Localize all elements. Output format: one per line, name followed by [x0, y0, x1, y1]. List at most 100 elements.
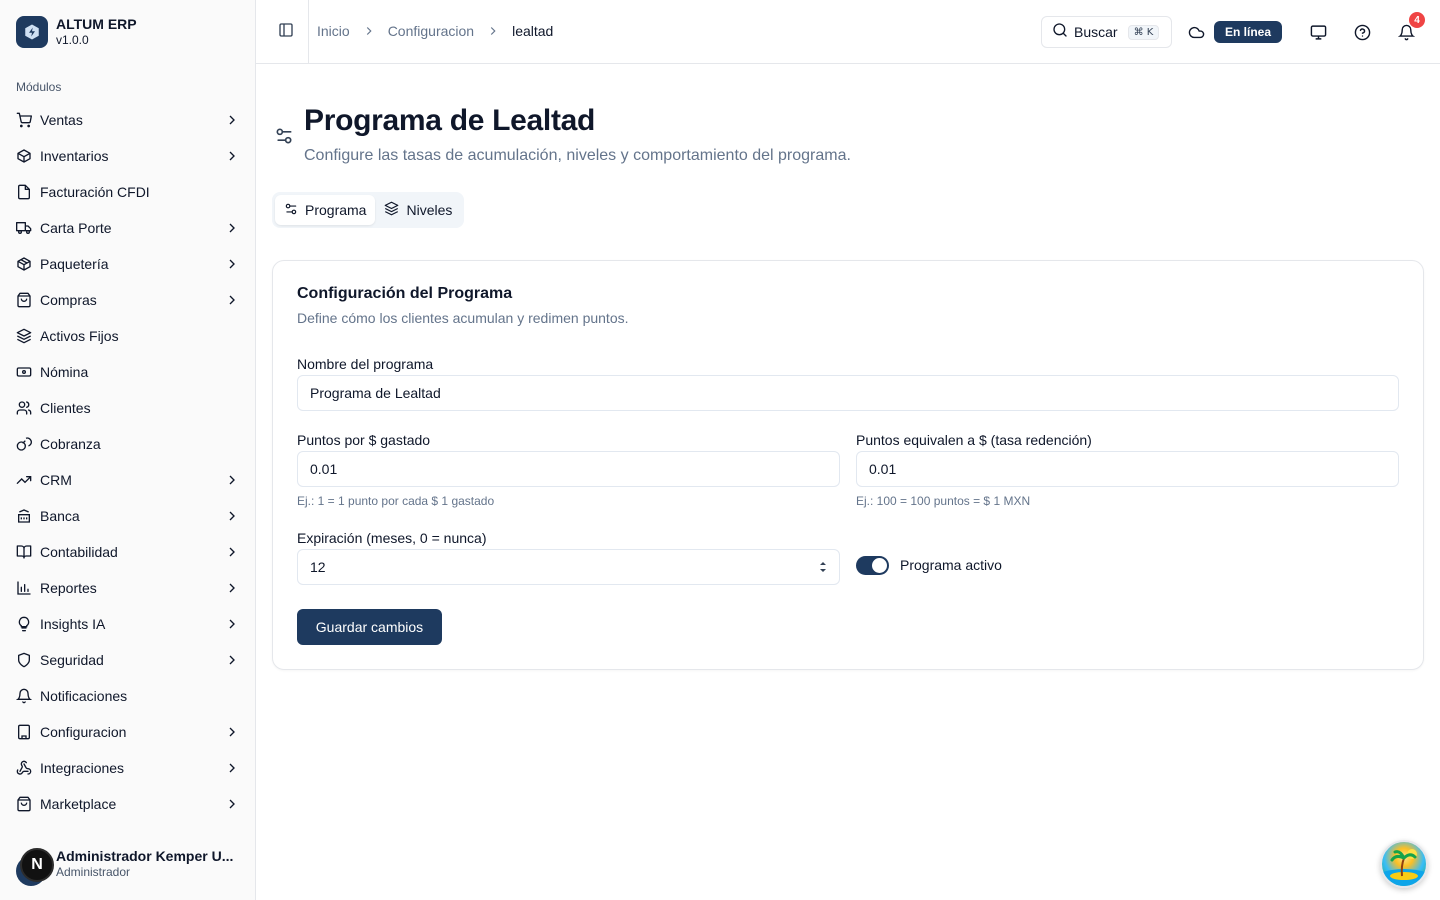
brand[interactable]: ALTUM ERP v1.0.0 [16, 16, 137, 48]
help-icon[interactable] [1352, 22, 1372, 42]
tab-label: Programa [305, 202, 367, 218]
sidebar-item-label: Inventarios [40, 148, 109, 164]
book-icon [16, 544, 32, 560]
tab-programa[interactable]: Programa [275, 195, 376, 225]
sidebar-item-paqueteria[interactable]: Paquetería [8, 246, 248, 282]
save-button[interactable]: Guardar cambios [297, 609, 442, 645]
cart-icon [16, 112, 32, 128]
search-shortcut: ⌘ K [1127, 24, 1160, 40]
sidebar-item-cobranza[interactable]: Cobranza [8, 426, 248, 462]
bell-icon [16, 688, 32, 704]
chevron-right-icon [224, 292, 240, 308]
chevron-right-icon [224, 652, 240, 668]
expiration-field [297, 549, 840, 585]
sidebar-item-label: Seguridad [40, 652, 104, 668]
avatar: N [16, 846, 54, 886]
bar-chart-icon [16, 580, 32, 596]
program-config-card: Configuración del Programa Define cómo l… [272, 260, 1424, 670]
sidebar-item-contabilidad[interactable]: Contabilidad [8, 534, 248, 570]
shield-icon [16, 652, 32, 668]
chevron-right-icon [224, 724, 240, 740]
breadcrumb-current: lealtad [512, 23, 554, 39]
tab-niveles[interactable]: Niveles [375, 195, 461, 225]
sidebar-item-notificaciones[interactable]: Notificaciones [8, 678, 248, 714]
breadcrumb-configuracion[interactable]: Configuracion [388, 23, 474, 39]
brand-logo-icon [16, 16, 48, 48]
file-icon [16, 184, 32, 200]
sidebar-item-label: Paquetería [40, 256, 109, 272]
breadcrumb: Inicio Configuracion lealtad [317, 23, 553, 39]
shopping-bag-icon [16, 292, 32, 308]
chevron-right-icon [224, 472, 240, 488]
sidebar-item-nomina[interactable]: Nómina [8, 354, 248, 390]
notifications-badge: 4 [1409, 12, 1425, 28]
sidebar-item-activos-fijos[interactable]: Activos Fijos [8, 318, 248, 354]
user-name: Administrador Kemper U... [56, 848, 234, 864]
sidebar-item-label: Contabilidad [40, 544, 118, 560]
avatar-initial: N [20, 848, 54, 882]
status-badge: En línea [1214, 21, 1283, 43]
lightbulb-icon [16, 616, 32, 632]
redemption-input[interactable] [856, 451, 1399, 487]
sidebar-item-seguridad[interactable]: Seguridad [8, 642, 248, 678]
sidebar-item-banca[interactable]: Banca [8, 498, 248, 534]
layers-icon [16, 328, 32, 344]
box-icon [16, 256, 32, 272]
sidebar-item-compras[interactable]: Compras [8, 282, 248, 318]
sidebar-item-integraciones[interactable]: Integraciones [8, 750, 248, 786]
tab-label: Niveles [406, 202, 453, 218]
sidebar-nav: Ventas Inventarios Facturación CFDI Cart… [8, 102, 248, 822]
sidebar-item-label: Reportes [40, 580, 97, 596]
chevron-right-icon [224, 256, 240, 272]
chevron-right-icon [224, 148, 240, 164]
program-name-input[interactable] [297, 375, 1399, 411]
redemption-label: Puntos equivalen a $ (tasa redención) [856, 432, 1092, 448]
sidebar-item-insights-ia[interactable]: Insights IA [8, 606, 248, 642]
search-button[interactable]: Buscar ⌘ K [1041, 16, 1172, 48]
sidebar-item-label: Integraciones [40, 760, 125, 776]
sidebar-item-inventarios[interactable]: Inventarios [8, 138, 248, 174]
sidebar-toggle-button[interactable] [272, 16, 300, 48]
sidebar-item-facturacion[interactable]: Facturación CFDI [8, 174, 248, 210]
assistant-avatar-button[interactable] [1380, 840, 1428, 888]
sidebar-item-clientes[interactable]: Clientes [8, 390, 248, 426]
user-menu[interactable]: N Administrador Kemper U... Administrado… [16, 844, 246, 886]
top-header: Inicio Configuracion lealtad Buscar ⌘ K … [256, 0, 1440, 64]
sidebar-item-carta-porte[interactable]: Carta Porte [8, 210, 248, 246]
truck-icon [16, 220, 32, 236]
users-icon [16, 400, 32, 416]
building-icon [16, 724, 32, 740]
chevron-right-icon [224, 760, 240, 776]
brand-name: ALTUM ERP [56, 16, 137, 32]
expiration-input[interactable] [297, 549, 840, 585]
breadcrumb-inicio[interactable]: Inicio [317, 23, 350, 39]
palm-island-icon [1382, 849, 1426, 886]
sidebar-item-label: Notificaciones [40, 688, 128, 704]
spinner-arrows-icon[interactable] [818, 559, 828, 580]
sidebar-item-reportes[interactable]: Reportes [8, 570, 248, 606]
page-subtitle: Configure las tasas de acumulación, nive… [304, 147, 851, 164]
webhook-icon [16, 760, 32, 776]
monitor-icon[interactable] [1308, 22, 1328, 42]
points-per-input[interactable] [297, 451, 840, 487]
sidebar-scroll-fade [0, 826, 255, 846]
search-icon [1052, 22, 1068, 43]
trending-up-icon [16, 472, 32, 488]
sidebar-item-crm[interactable]: CRM [8, 462, 248, 498]
card-title: Configuración del Programa [297, 285, 513, 302]
toggle-knob [872, 558, 887, 573]
sidebar-item-label: Facturación CFDI [40, 184, 150, 200]
sidebar-item-configuracion[interactable]: Configuracion [8, 714, 248, 750]
sidebar-item-label: Insights IA [40, 616, 106, 632]
chevron-right-icon [362, 24, 376, 38]
chevron-right-icon [224, 616, 240, 632]
sidebar-item-marketplace[interactable]: Marketplace [8, 786, 248, 822]
sidebar-item-label: Clientes [40, 400, 91, 416]
user-role: Administrador [56, 865, 131, 879]
program-active-label: Programa activo [900, 557, 1002, 573]
program-active-toggle[interactable] [856, 556, 889, 575]
brand-version: v1.0.0 [56, 33, 89, 47]
panel-left-icon [278, 22, 294, 43]
sidebar-item-ventas[interactable]: Ventas [8, 102, 248, 138]
sidebar-item-label: Activos Fijos [40, 328, 119, 344]
